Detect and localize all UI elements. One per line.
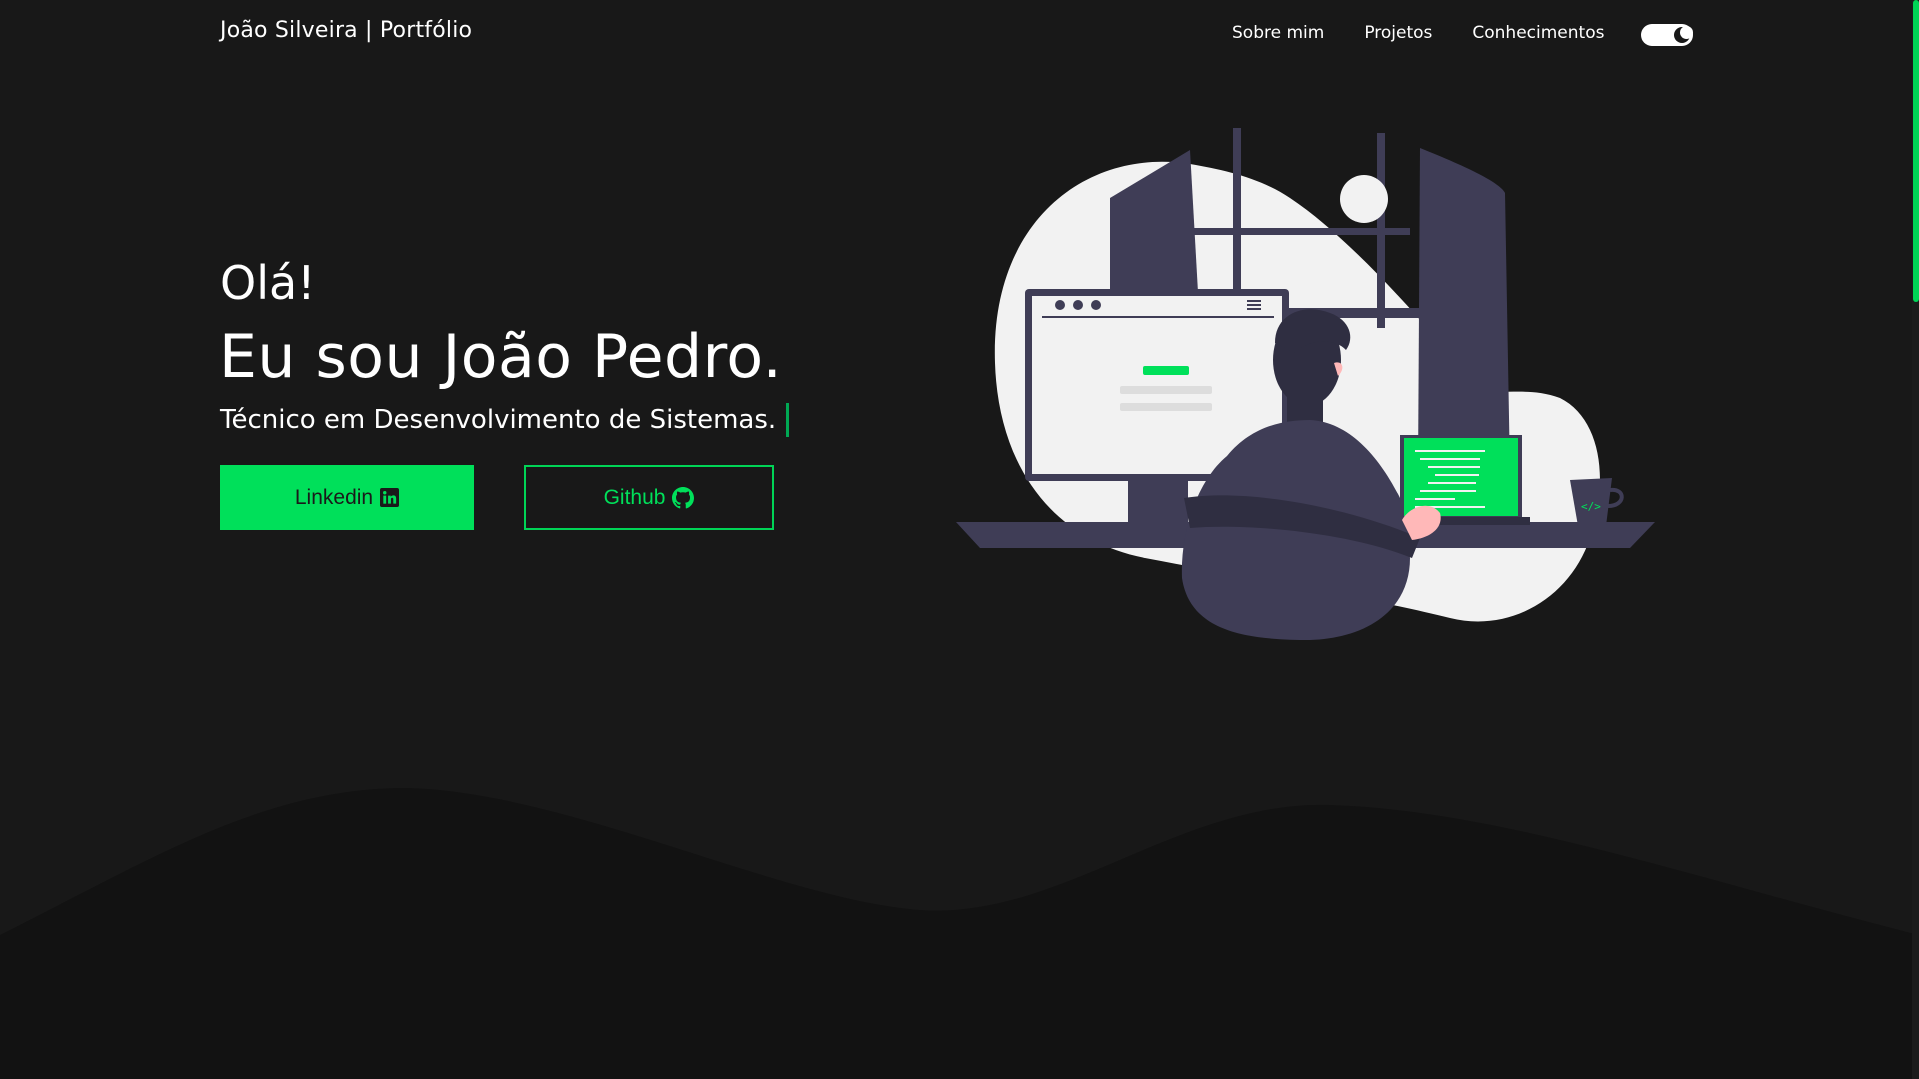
top-navbar: João Silveira | Portfólio Sobre mim Proj… — [0, 0, 1919, 68]
monitor-accent-bar — [1143, 366, 1189, 375]
window-transom — [1170, 228, 1410, 235]
svg-text:</>: </> — [1581, 500, 1601, 513]
github-button-label: Github — [603, 485, 666, 509]
theme-toggle[interactable] — [1641, 24, 1693, 46]
site-brand[interactable]: João Silveira | Portfólio — [220, 18, 472, 43]
nav-link-conhecimentos[interactable]: Conhecimentos — [1472, 23, 1604, 43]
portfolio-page: João Silveira | Portfólio Sobre mim Proj… — [0, 0, 1919, 1079]
typing-cursor — [786, 403, 790, 437]
linkedin-icon — [380, 488, 400, 507]
nav-link-projetos[interactable]: Projetos — [1364, 23, 1432, 43]
github-icon — [672, 486, 695, 509]
hero-name: Eu sou João Pedro. — [219, 322, 783, 392]
laptop-screen — [1404, 438, 1518, 516]
scrollbar[interactable] — [1912, 0, 1919, 1079]
scrollbar-thumb[interactable] — [1913, 0, 1919, 302]
main-nav: Sobre mim Projetos Conhecimentos — [1232, 23, 1604, 43]
background-wave — [0, 788, 1919, 1079]
hero-role-text: Técnico em Desenvolvimento de Sistemas. — [220, 405, 777, 435]
curtain-right — [1418, 148, 1510, 473]
linkedin-button-label: Linkedin — [294, 485, 374, 509]
moon — [1340, 175, 1388, 223]
hero-greeting: Olá! — [220, 256, 316, 310]
nav-link-sobre-mim[interactable]: Sobre mim — [1232, 23, 1324, 43]
linkedin-button[interactable]: Linkedin — [220, 465, 474, 530]
github-button[interactable]: Github — [524, 465, 774, 530]
hero-role: Técnico em Desenvolvimento de Sistemas. — [220, 403, 790, 437]
developer-illustration: </> — [956, 128, 1655, 640]
moon-icon-cutout — [1680, 26, 1693, 39]
